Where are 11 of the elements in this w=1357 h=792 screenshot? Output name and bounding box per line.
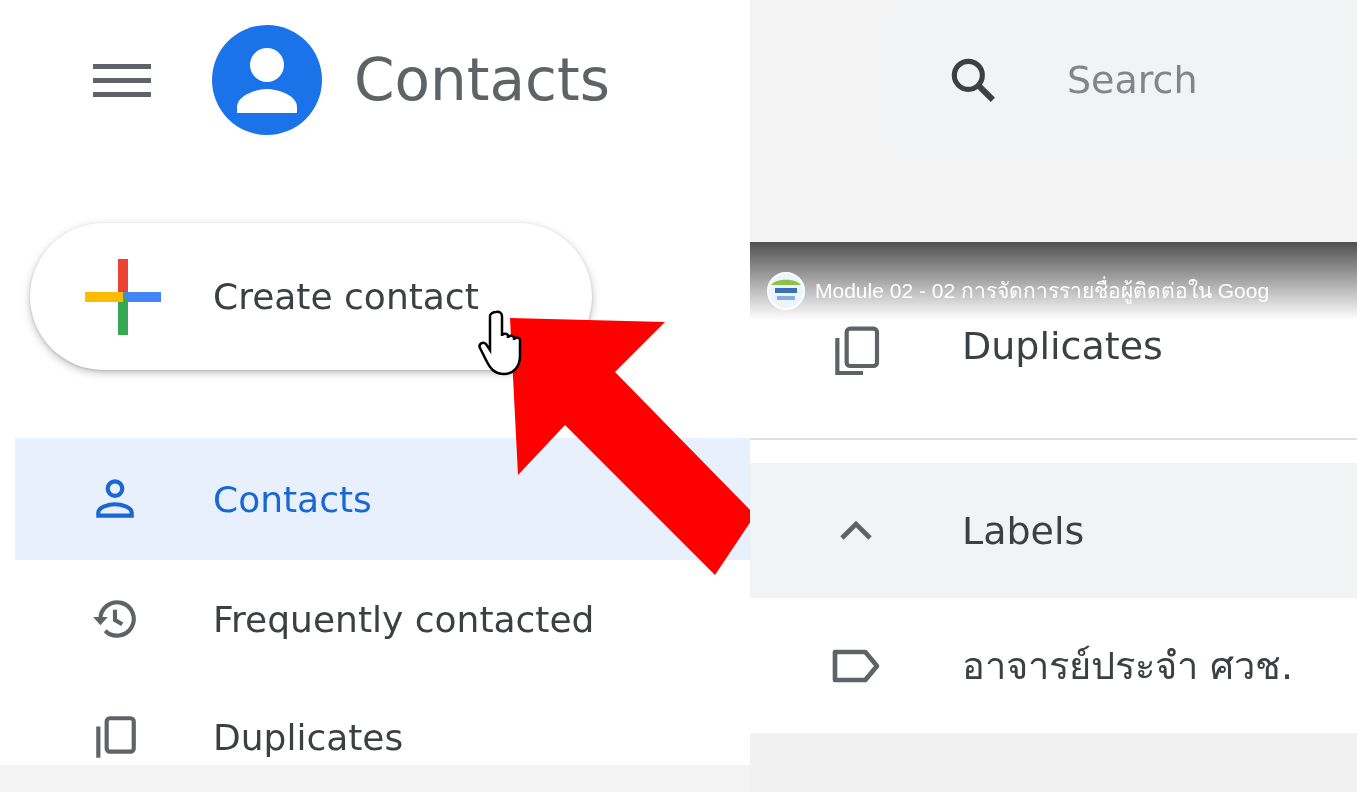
label-item[interactable]: อาจารย์ประจำ ศวช. <box>750 598 1357 733</box>
channel-logo-icon <box>767 272 805 310</box>
video-title: Module 02 - 02 การจัดการรายชื่อผู้ติดต่อใน Goog <box>815 272 1270 310</box>
app-title: Contacts <box>354 46 610 114</box>
person-logo-icon <box>212 25 322 135</box>
nav-item[interactable]: Frequently contacted <box>15 560 750 678</box>
section-header[interactable]: Labels <box>750 463 1357 598</box>
plus-icon <box>85 258 161 335</box>
nav-item[interactable]: Duplicates <box>15 678 750 765</box>
create-contact-button[interactable]: Create contact <box>30 223 592 370</box>
list-item[interactable]: Duplicates <box>750 324 1357 440</box>
